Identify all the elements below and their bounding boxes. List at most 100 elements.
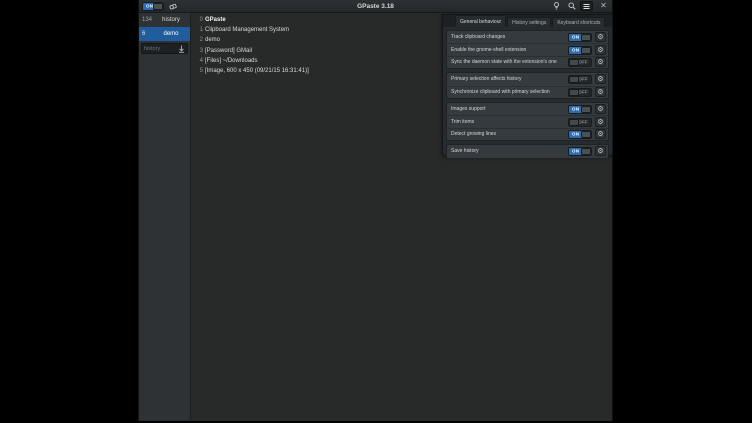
setting-gear-button[interactable]: ⚙ bbox=[595, 146, 606, 156]
switch-knob bbox=[581, 47, 591, 54]
item-text: [Files] ~/Downloads bbox=[205, 58, 258, 64]
item-text: GPaste bbox=[205, 17, 226, 23]
settings-popover: General behaviour History settings Keybo… bbox=[442, 14, 613, 156]
switch-state-label: OFF bbox=[578, 120, 588, 125]
close-icon: ✕ bbox=[600, 2, 607, 10]
new-history-input[interactable]: history bbox=[141, 43, 188, 54]
settings-group-items: Images support ON ⚙ Trim items OFF bbox=[446, 102, 609, 141]
setting-label: Track clipboard changes bbox=[451, 34, 568, 40]
setting-gear-button[interactable]: ⚙ bbox=[595, 104, 606, 114]
toggle-switch[interactable]: ON bbox=[568, 105, 592, 114]
history-count: 6 bbox=[142, 31, 155, 37]
switch-state-label: ON bbox=[572, 48, 579, 53]
switch-knob bbox=[581, 106, 591, 113]
setting-row: Synchronize clipboard with primary selec… bbox=[447, 86, 608, 98]
item-index: 0 bbox=[198, 17, 203, 23]
setting-row: Track clipboard changes ON ⚙ bbox=[447, 31, 608, 43]
setting-gear-button[interactable]: ⚙ bbox=[595, 129, 606, 139]
setting-label: Enable the gnome-shell extension bbox=[451, 47, 568, 53]
lightbulb-icon bbox=[553, 2, 560, 10]
new-history-placeholder: history bbox=[144, 46, 178, 52]
setting-gear-button[interactable]: ⚙ bbox=[595, 57, 606, 67]
setting-row: Detect growing lines ON ⚙ bbox=[447, 128, 608, 140]
switch-state-label: OFF bbox=[578, 60, 588, 65]
empty-history-button[interactable] bbox=[166, 1, 179, 11]
switch-state-label: OFF bbox=[578, 77, 588, 82]
settings-menu-button[interactable] bbox=[580, 1, 593, 11]
setting-label: Detect growing lines bbox=[451, 131, 568, 137]
setting-row: Save history ON ⚙ bbox=[447, 145, 608, 157]
setting-row: Trim items OFF ⚙ bbox=[447, 115, 608, 127]
settings-content: Track clipboard changes ON ⚙ Enable the … bbox=[443, 27, 612, 163]
toggle-switch[interactable]: ON bbox=[568, 147, 592, 156]
tab-history-settings[interactable]: History settings bbox=[507, 17, 551, 27]
toggle-switch[interactable]: ON bbox=[568, 46, 592, 55]
switch-state-label: OFF bbox=[578, 90, 588, 95]
item-text: Clipboard Management System bbox=[205, 27, 289, 33]
toggle-switch[interactable]: OFF bbox=[568, 58, 592, 67]
setting-row: Primary selection affects history OFF ⚙ bbox=[447, 73, 608, 85]
switch-knob bbox=[569, 59, 579, 66]
setting-gear-button[interactable]: ⚙ bbox=[595, 32, 606, 42]
tab-general-behaviour[interactable]: General behaviour bbox=[455, 15, 506, 27]
item-index: 4 bbox=[198, 58, 203, 64]
setting-label: Save history bbox=[451, 148, 568, 154]
item-text: [Image, 600 x 450 (09/21/15 16:31:41)] bbox=[205, 68, 309, 74]
headerbar-left: ON bbox=[142, 1, 179, 11]
item-text: [Password] GMail bbox=[205, 48, 252, 54]
menu-icon bbox=[583, 3, 590, 10]
toggle-switch[interactable]: OFF bbox=[568, 75, 592, 84]
tracking-switch[interactable]: ON bbox=[142, 2, 164, 11]
about-button[interactable] bbox=[550, 1, 563, 11]
search-button[interactable] bbox=[565, 1, 578, 11]
history-name: demo bbox=[155, 31, 187, 37]
headerbar: ON GPaste 3.18 bbox=[139, 0, 612, 13]
switch-state-label: ON bbox=[572, 132, 579, 137]
add-history-icon[interactable] bbox=[178, 40, 185, 58]
gear-icon: ⚙ bbox=[597, 34, 603, 41]
gear-icon: ⚙ bbox=[597, 106, 603, 113]
toggle-switch[interactable]: ON bbox=[568, 130, 592, 139]
tab-keyboard-shortcuts[interactable]: Keyboard shortcuts bbox=[552, 17, 605, 27]
gear-icon: ⚙ bbox=[597, 89, 603, 96]
switch-knob bbox=[581, 148, 591, 155]
settings-tabs: General behaviour History settings Keybo… bbox=[443, 15, 612, 27]
setting-label: Sync the daemon state with the extension… bbox=[451, 59, 568, 65]
gear-icon: ⚙ bbox=[597, 76, 603, 83]
toggle-switch[interactable]: OFF bbox=[568, 88, 592, 97]
item-index: 5 bbox=[198, 68, 203, 74]
settings-group-history: Save history ON ⚙ bbox=[446, 144, 609, 158]
history-name: history bbox=[155, 17, 187, 23]
gear-icon: ⚙ bbox=[597, 148, 603, 155]
setting-row: Sync the daemon state with the extension… bbox=[447, 56, 608, 68]
gear-icon: ⚙ bbox=[597, 119, 603, 126]
item-text: demo bbox=[205, 37, 220, 43]
setting-gear-button[interactable]: ⚙ bbox=[595, 45, 606, 55]
switch-state-label: ON bbox=[572, 107, 579, 112]
switch-state-label: ON bbox=[572, 35, 579, 40]
item-index: 1 bbox=[198, 27, 203, 33]
setting-gear-button[interactable]: ⚙ bbox=[595, 117, 606, 127]
settings-group-daemon: Track clipboard changes ON ⚙ Enable the … bbox=[446, 30, 609, 69]
headerbar-right: ✕ bbox=[550, 1, 609, 11]
toggle-switch[interactable]: OFF bbox=[568, 118, 592, 127]
gpaste-window: ON GPaste 3.18 bbox=[138, 0, 613, 421]
desktop-background: ON GPaste 3.18 bbox=[0, 0, 752, 423]
gear-icon: ⚙ bbox=[597, 131, 603, 138]
window-close-button[interactable]: ✕ bbox=[598, 1, 609, 11]
histories-sidebar: 134 history 6 demo history bbox=[139, 13, 191, 420]
sidebar-item-history[interactable]: 134 history bbox=[139, 13, 190, 27]
switch-knob bbox=[569, 89, 579, 96]
switch-knob bbox=[581, 131, 591, 138]
toggle-switch[interactable]: ON bbox=[568, 33, 592, 42]
setting-label: Primary selection affects history bbox=[451, 76, 568, 82]
setting-gear-button[interactable]: ⚙ bbox=[595, 87, 606, 97]
setting-gear-button[interactable]: ⚙ bbox=[595, 74, 606, 84]
window-title: GPaste 3.18 bbox=[139, 3, 612, 10]
gear-icon: ⚙ bbox=[597, 59, 603, 66]
setting-label: Images support bbox=[451, 106, 568, 112]
switch-state-label: ON bbox=[572, 149, 579, 154]
switch-knob bbox=[569, 119, 579, 126]
setting-row: Images support ON ⚙ bbox=[447, 103, 608, 115]
tracking-switch-knob bbox=[153, 3, 163, 10]
